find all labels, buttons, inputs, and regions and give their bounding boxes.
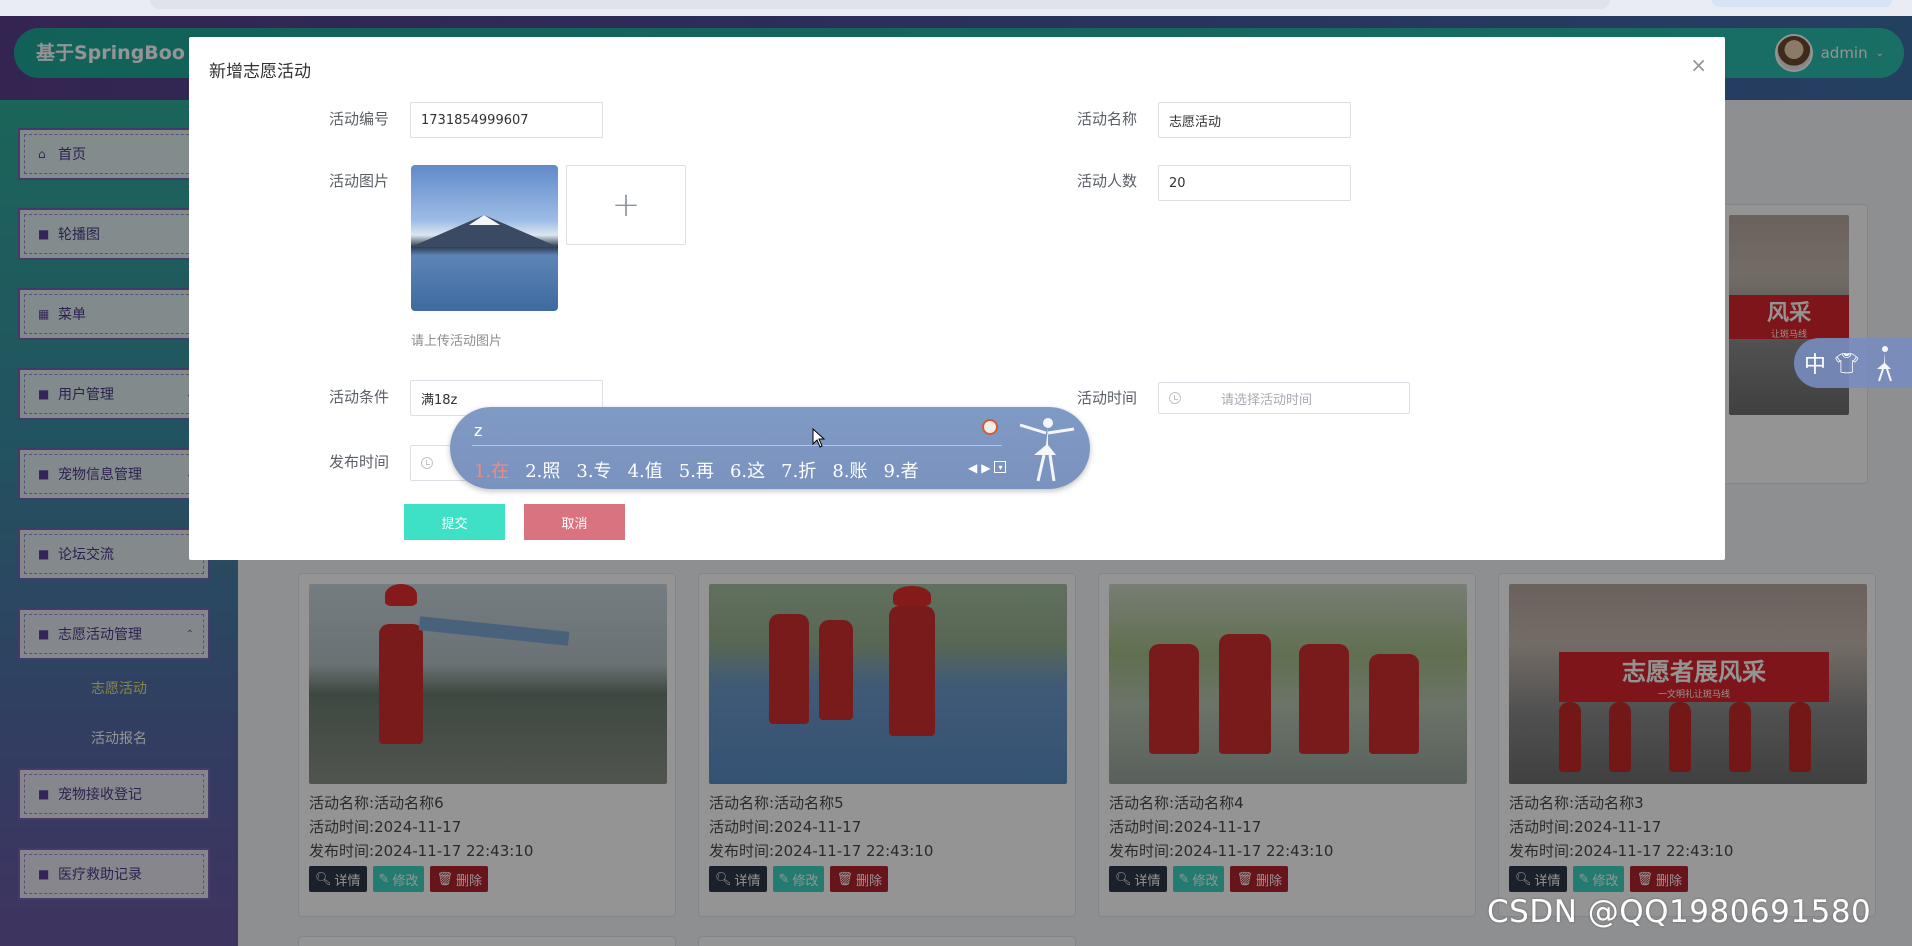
activity-count-input[interactable]: 20 [1158,165,1351,201]
ime-candidate[interactable]: 3.专 [576,457,611,483]
ime-mode-char[interactable]: 中 [1804,347,1826,379]
next-page-icon[interactable]: ▶ [981,461,990,475]
ime-divider [472,445,1002,446]
ime-candidate[interactable]: 4.值 [628,457,663,483]
ballerina-icon [1019,418,1075,482]
count-label: 活动人数 [1076,172,1137,190]
plus-icon: + [611,185,641,225]
address-bar[interactable] [150,0,1610,9]
clock-icon [421,457,433,469]
time-label: 活动时间 [1076,389,1137,407]
publish-label: 发布时间 [328,453,389,471]
ime-candidate-window: z 1.在 2.照 3.专 4.值 5.再 6.这 7.折 8.账 9.者 ◀ … [450,407,1090,489]
dialog-title: 新增志愿活动 [209,62,311,82]
uploaded-image-thumbnail[interactable] [411,165,558,311]
activity-time-picker[interactable]: 请选择活动时间 [1158,382,1410,414]
browser-top-strip [0,0,1912,16]
mouse-cursor-icon [812,428,826,448]
ime-candidate[interactable]: 9.者 [884,457,919,483]
ime-candidate[interactable]: 2.照 [525,457,560,483]
clock-icon [1169,392,1181,404]
shirt-icon[interactable]: 👕︎ [1834,351,1859,375]
ime-candidate[interactable]: 7.折 [781,457,816,483]
watermark: CSDN @QQ1980691580 [1487,894,1872,930]
activity-name-input[interactable]: 志愿活动 [1158,102,1351,138]
browser-action-pill[interactable] [1712,0,1892,7]
mountain-snowcap [469,215,500,225]
code-label: 活动编号 [328,110,389,128]
ime-candidate[interactable]: 8.账 [832,457,867,483]
submit-button[interactable]: 提交 [404,504,505,540]
ime-candidate[interactable]: 5.再 [679,457,714,483]
ime-candidate[interactable]: 1.在 [474,457,509,483]
expand-icon[interactable]: ▾ [994,461,1007,473]
ime-composition: z [474,421,483,440]
ballerina-icon [1877,346,1893,382]
condition-label: 活动条件 [328,388,389,406]
name-label: 活动名称 [1076,110,1137,128]
activity-code-input[interactable]: 1731854999607 [410,102,603,138]
ime-status-bar[interactable]: 中 👕︎ [1794,338,1912,388]
image-label: 活动图片 [328,172,389,190]
ime-candidate[interactable]: 6.这 [730,457,765,483]
ime-page-nav: ◀ ▶ ▾ [968,461,1007,475]
prev-page-icon[interactable]: ◀ [968,461,977,475]
upload-tip: 请上传活动图片 [411,334,503,349]
ime-skin-icon[interactable] [982,419,998,435]
ime-candidate-list: 1.在 2.照 3.专 4.值 5.再 6.这 7.折 8.账 9.者 [474,457,919,483]
close-icon[interactable]: × [1690,55,1707,75]
cancel-button[interactable]: 取消 [524,504,625,540]
upload-add-button[interactable]: + [566,165,686,245]
